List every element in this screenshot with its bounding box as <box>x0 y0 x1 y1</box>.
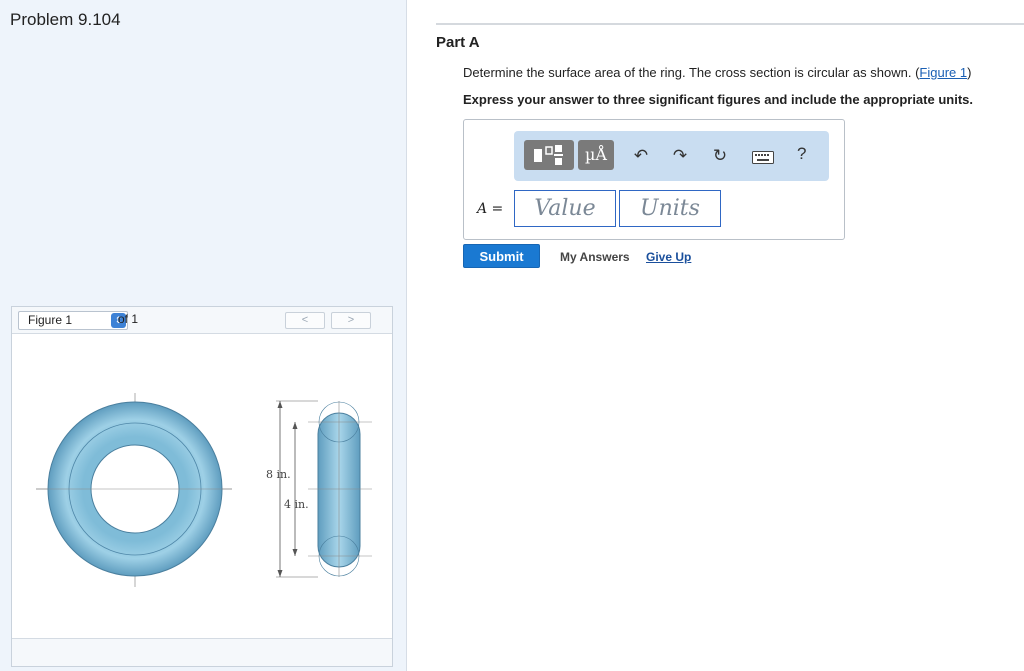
templates-button[interactable] <box>524 140 574 170</box>
help-button[interactable]: ? <box>797 144 806 164</box>
part-title: Part A <box>436 34 480 51</box>
question-text: Determine the surface area of the ring. … <box>463 65 971 80</box>
undo-icon[interactable]: ↶ <box>631 146 651 166</box>
dim-label-inner: 4 in. <box>284 498 309 511</box>
prev-figure-button[interactable]: < <box>285 312 325 329</box>
left-panel: Problem 9.104 Figure 1 ⇕ of 1 < > 8 in. … <box>0 0 407 671</box>
ring-figure: 8 in. 4 in. <box>36 393 372 587</box>
variable-label-text: A = <box>477 201 504 217</box>
figure-selector-label: Figure 1 <box>28 313 73 327</box>
figure-header: Figure 1 ⇕ of 1 < > <box>12 307 392 334</box>
figure-footer <box>12 638 392 666</box>
instruction-text: Express your answer to three significant… <box>463 92 973 107</box>
part-divider <box>436 23 1024 25</box>
question-body: Determine the surface area of the ring. … <box>463 65 920 80</box>
keyboard-icon[interactable] <box>752 149 774 169</box>
arrow-down-icon <box>277 570 283 577</box>
arrow-up-icon <box>277 401 283 408</box>
math-toolbar: µÅ ↶ ↷ ↻ ? <box>514 131 829 181</box>
question-close: ) <box>967 65 972 80</box>
arrow-up-small-icon <box>292 422 298 429</box>
answer-box: µÅ ↶ ↷ ↻ ? A = Value Units <box>463 119 845 240</box>
page: Problem 9.104 Figure 1 ⇕ of 1 < > 8 in. … <box>0 0 1024 671</box>
next-figure-button[interactable]: > <box>331 312 371 329</box>
redo-icon[interactable]: ↷ <box>670 146 690 166</box>
figure-viewer: Figure 1 ⇕ of 1 < > 8 in. 4 in. <box>11 306 393 667</box>
submit-button[interactable]: Submit <box>463 244 540 268</box>
give-up-link[interactable]: Give Up <box>646 250 691 264</box>
arrow-down-small-icon <box>292 549 298 556</box>
figure-link[interactable]: Figure 1 <box>919 65 967 80</box>
dim-label-outer: 8 in. <box>266 468 291 481</box>
variable-label: A = <box>477 200 503 217</box>
figure-count: of 1 <box>118 312 139 326</box>
problem-title: Problem 9.104 <box>10 10 121 29</box>
reset-icon[interactable]: ↻ <box>710 146 730 166</box>
templates-icon <box>534 145 563 165</box>
my-answers-link[interactable]: My Answers <box>560 250 630 264</box>
figure-selector[interactable]: Figure 1 ⇕ <box>18 311 128 330</box>
value-input[interactable]: Value <box>514 190 616 227</box>
units-button[interactable]: µÅ <box>578 140 614 170</box>
units-input[interactable]: Units <box>619 190 721 227</box>
